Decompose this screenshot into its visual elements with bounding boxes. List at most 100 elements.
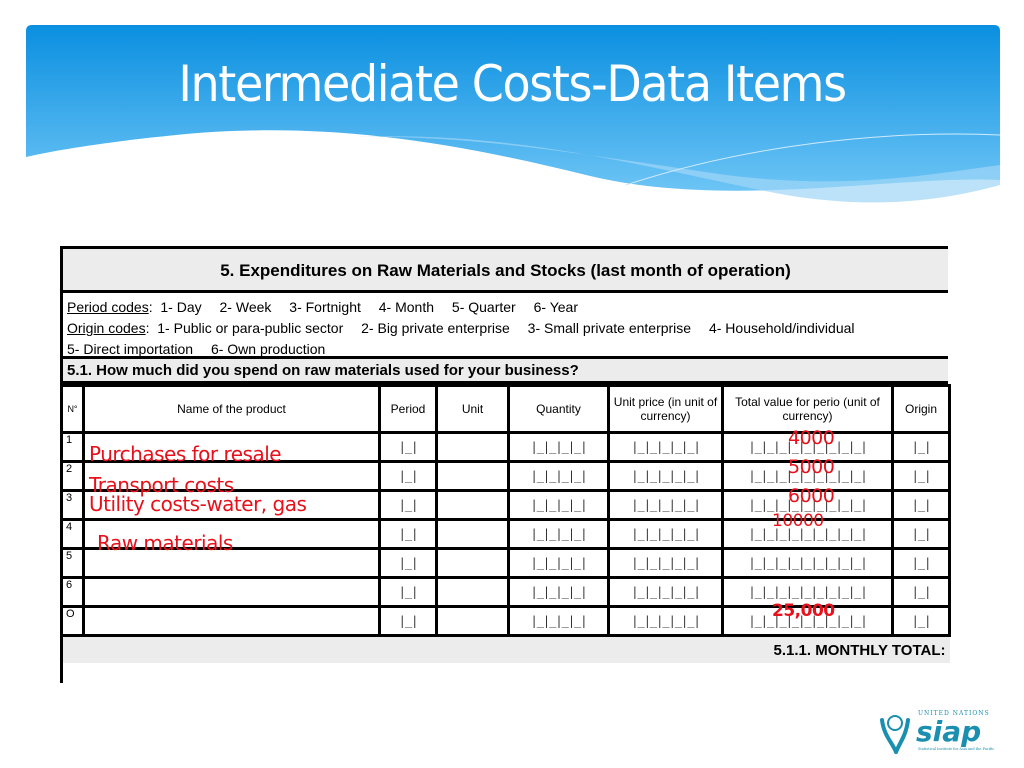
logo-subtitle: Statistical Institute for Asia and the P… [918, 747, 994, 751]
unit-field[interactable] [435, 460, 510, 492]
box-glyphs: |_|_|_|_|_| [631, 614, 700, 628]
product-name-cell[interactable]: Purchases for resale [82, 431, 381, 464]
table-row: O |_| |_|_|_|_| |_|_|_|_|_| |_|_|_|_|_|_|_|_… [60, 603, 951, 637]
quantity-field[interactable]: |_|_|_|_| [507, 431, 610, 463]
expenditure-table: N° Name of the product Period Unit Quant… [60, 384, 951, 663]
period-field[interactable]: |_| [378, 518, 438, 550]
unit-price-field[interactable]: |_|_|_|_|_| [607, 605, 724, 637]
box-glyphs: |_|_|_|_|_| [631, 469, 700, 483]
box-glyphs: |_| [398, 440, 419, 454]
origin-field[interactable]: |_| [891, 431, 951, 463]
unit-price-field[interactable]: |_|_|_|_|_| [607, 576, 724, 608]
table-row: 4 Raw materials |_| |_|_|_|_| |_|_|_|_|_| |_|… [60, 513, 951, 553]
slide-title: Intermediate Costs-Data Items [178, 55, 847, 113]
box-glyphs: |_| [911, 527, 932, 541]
quantity-field[interactable]: |_|_|_|_| [507, 547, 610, 579]
row-number-text: 3 [66, 492, 73, 504]
logo-name: siap [916, 715, 981, 748]
question-5-1: 5.1. How much did you spend on raw mater… [63, 359, 948, 384]
product-name-cell[interactable] [82, 576, 381, 608]
box-glyphs: |_| [398, 556, 419, 570]
unit-field[interactable] [435, 518, 510, 550]
monthly-total-label: 5.1.1. MONTHLY TOTAL: [60, 634, 950, 663]
handwritten-product-name: Utility costs-water, gas [89, 492, 307, 516]
quantity-field[interactable]: |_|_|_|_| [507, 518, 610, 550]
origin-code: 3- Small private enterprise [527, 320, 692, 336]
quantity-field[interactable]: |_|_|_|_| [507, 605, 610, 637]
period-field[interactable]: |_| [378, 605, 438, 637]
origin-field[interactable]: |_| [891, 605, 951, 637]
period-field[interactable]: |_| [378, 460, 438, 492]
origin-codes-line-2: 5- Direct importation 6- Own production [67, 339, 944, 360]
row-number-text: 1 [66, 434, 73, 446]
unit-field[interactable] [435, 576, 510, 608]
handwritten-total-value: 4000 [788, 427, 835, 449]
quantity-field[interactable]: |_|_|_|_| [507, 460, 610, 492]
box-glyphs: |_| [398, 498, 419, 512]
box-glyphs: |_|_|_|_| [530, 556, 587, 570]
quantity-field[interactable]: |_|_|_|_| [507, 576, 610, 608]
period-code: 5- Quarter [451, 299, 516, 315]
origin-field[interactable]: |_| [891, 460, 951, 492]
product-name-cell[interactable]: Utility costs-water, gas [82, 489, 381, 521]
box-glyphs: |_| [398, 585, 419, 599]
expenditure-form: 5. Expenditures on Raw Materials and Sto… [60, 246, 951, 683]
period-field[interactable]: |_| [378, 547, 438, 579]
box-glyphs: |_|_|_|_|_|_|_|_|_| [748, 556, 867, 570]
product-name-cell[interactable]: Raw materials [82, 518, 381, 553]
product-name-cell[interactable]: Transport costs [82, 460, 381, 495]
row-number-text: O [66, 608, 75, 620]
origin-code: 2- Big private enterprise [361, 320, 510, 336]
period-code: 1- Day [160, 299, 202, 315]
quantity-field[interactable]: |_|_|_|_| [507, 489, 610, 521]
siap-logo: UNITED NATIONS siap Statistical Institut… [880, 710, 994, 754]
row-number-text: 4 [66, 521, 73, 533]
col-header-period: Period [378, 384, 438, 434]
origin-codes-line: Origin codes: 1- Public or para-public s… [67, 320, 855, 336]
handwritten-total-value: 6000 [788, 485, 835, 507]
product-name-cell[interactable] [82, 605, 381, 637]
row-number: O [60, 605, 85, 637]
unit-price-field[interactable]: |_|_|_|_|_| [607, 460, 724, 492]
period-code: 4- Month [378, 299, 435, 315]
box-glyphs: |_| [911, 440, 932, 454]
col-header-unit-price: Unit price (in unit of currency) [607, 384, 724, 434]
origin-field[interactable]: |_| [891, 547, 951, 579]
unit-field[interactable] [435, 431, 510, 463]
unit-field[interactable] [435, 605, 510, 637]
box-glyphs: |_|_|_|_| [530, 469, 587, 483]
row-number: 1 [60, 431, 85, 463]
total-value-field[interactable]: |_|_|_|_|_|_|_|_|_| 10000 [721, 513, 894, 550]
origin-code: 4- Household/individual [708, 320, 855, 336]
row-number: 6 [60, 576, 85, 608]
box-glyphs: |_|_|_|_|_| [631, 527, 700, 541]
origin-field[interactable]: |_| [891, 576, 951, 608]
box-glyphs: |_| [911, 469, 932, 483]
unit-field[interactable] [435, 489, 510, 521]
box-glyphs: |_|_|_|_| [530, 527, 587, 541]
col-header-no: N° [60, 384, 85, 434]
row-number: 4 [60, 518, 85, 550]
total-value-field[interactable]: |_|_|_|_|_|_|_|_|_| 25,000 [721, 603, 894, 637]
unit-price-field[interactable]: |_|_|_|_|_| [607, 547, 724, 579]
row-number-text: 2 [66, 463, 73, 475]
period-code: 3- Fortnight [289, 299, 361, 315]
unit-price-field[interactable]: |_|_|_|_|_| [607, 431, 724, 463]
unit-field[interactable] [435, 547, 510, 579]
origin-field[interactable]: |_| [891, 518, 951, 550]
box-glyphs: |_|_|_|_|_| [631, 498, 700, 512]
origin-code: 5- Direct importation [67, 341, 194, 357]
period-field[interactable]: |_| [378, 431, 438, 463]
period-code: 2- Week [219, 299, 272, 315]
unit-price-field[interactable]: |_|_|_|_|_| [607, 489, 724, 521]
col-header-unit: Unit [435, 384, 510, 434]
period-codes-label: Period codes [67, 299, 149, 315]
period-field[interactable]: |_| [378, 576, 438, 608]
origin-field[interactable]: |_| [891, 489, 951, 521]
total-value-field[interactable]: |_|_|_|_|_|_|_|_|_| [721, 547, 894, 579]
unit-price-field[interactable]: |_|_|_|_|_| [607, 518, 724, 550]
period-field[interactable]: |_| [378, 489, 438, 521]
product-name-cell[interactable] [82, 547, 381, 579]
handwritten-total-value: 10000 [772, 511, 824, 531]
row-number: 5 [60, 547, 85, 579]
